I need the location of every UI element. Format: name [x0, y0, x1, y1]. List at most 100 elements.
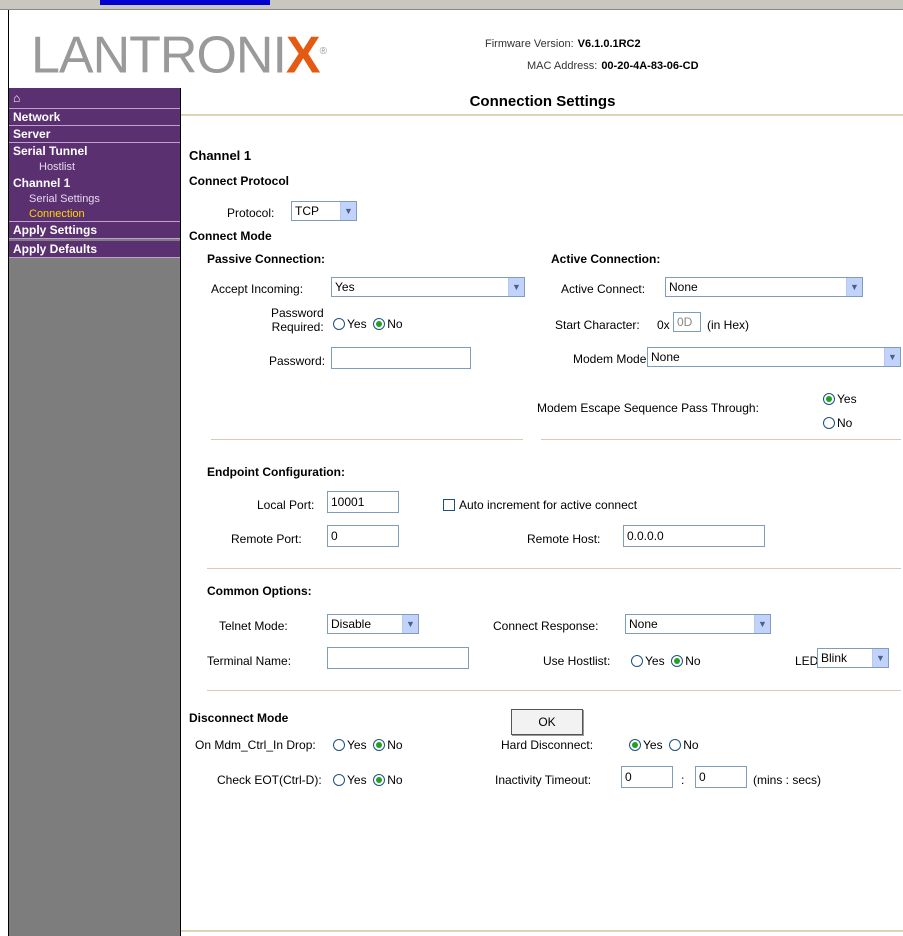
- firmware-label: Firmware Version:: [485, 38, 574, 50]
- on-mdm-ctrl-radios: Yes No: [333, 738, 403, 752]
- password-field[interactable]: [331, 347, 471, 369]
- home-icon[interactable]: ⌂: [9, 88, 180, 109]
- hard-disconnect-radios: Yes No: [629, 738, 699, 752]
- modem-escape-yes-label: Yes: [837, 392, 857, 406]
- active-connect-label: Active Connect:: [561, 282, 646, 296]
- sidebar-item-channel1[interactable]: Channel 1: [9, 175, 180, 192]
- endpoint-heading: Endpoint Configuration:: [207, 465, 345, 479]
- chevron-down-icon: ▼: [508, 278, 524, 296]
- check-eot-no-radio[interactable]: [373, 774, 386, 786]
- password-label: Password:: [269, 354, 326, 368]
- use-hostlist-no-radio[interactable]: [671, 655, 684, 667]
- divider: [211, 439, 523, 440]
- password-required-label-2: Required:: [271, 320, 324, 334]
- auto-increment-checkbox[interactable]: [443, 499, 455, 511]
- protocol-value: TCP: [295, 204, 319, 218]
- mac-label: MAC Address:: [527, 60, 598, 72]
- remote-port-label: Remote Port:: [231, 532, 302, 546]
- divider: [207, 568, 901, 569]
- password-required-label-1: Password: [271, 306, 324, 320]
- start-character-suffix: (in Hex): [707, 318, 750, 332]
- channel-title: Channel 1: [189, 148, 252, 163]
- firmware-version: Firmware Version: V6.1.0.1RC2: [485, 38, 641, 50]
- protocol-label: Protocol:: [227, 206, 275, 220]
- passive-connection-heading: Passive Connection:: [207, 252, 326, 266]
- sidebar-item-network[interactable]: Network: [9, 109, 180, 126]
- check-eot-no-label: No: [387, 773, 403, 787]
- main-panel: Connection Settings Channel 1 Connect Pr…: [180, 88, 903, 936]
- common-options-heading: Common Options:: [207, 584, 312, 598]
- start-character-label: Start Character:: [555, 318, 640, 332]
- modem-mode-value: None: [651, 350, 680, 364]
- led-value: Blink: [821, 651, 848, 665]
- sidebar-item-serial-settings[interactable]: Serial Settings: [9, 192, 180, 207]
- sidebar-item-apply-settings[interactable]: Apply Settings: [9, 222, 180, 239]
- password-required-yes-radio[interactable]: [333, 318, 345, 330]
- auto-increment: Auto increment for active connect: [443, 498, 637, 512]
- inactivity-minutes-field[interactable]: 0: [621, 766, 673, 788]
- modem-escape-radios: Yes No: [823, 387, 857, 435]
- inactivity-timeout-label: Inactivity Timeout:: [495, 773, 592, 787]
- modem-escape-yes-radio[interactable]: [823, 393, 835, 405]
- on-mdm-ctrl-yes-label: Yes: [347, 738, 367, 752]
- hard-disconnect-no-label: No: [683, 738, 699, 752]
- sidebar-item-server[interactable]: Server: [9, 126, 180, 143]
- password-required-label: Password Required:: [271, 306, 324, 334]
- on-mdm-ctrl-no-radio[interactable]: [373, 739, 386, 751]
- local-port-field[interactable]: 10001: [327, 491, 399, 513]
- remote-host-label: Remote Host:: [527, 532, 601, 546]
- hard-disconnect-no-radio[interactable]: [669, 739, 682, 751]
- page-title: Connection Settings: [181, 88, 903, 116]
- password-required-radios: Yes No: [333, 317, 403, 331]
- accept-incoming-select[interactable]: Yes ▼: [331, 277, 525, 297]
- start-character-prefix: 0x: [657, 318, 670, 332]
- use-hostlist-yes-radio[interactable]: [631, 655, 643, 667]
- modem-escape-no-label: No: [837, 416, 853, 430]
- use-hostlist-label: Use Hostlist:: [543, 654, 611, 668]
- terminal-name-field[interactable]: [327, 647, 469, 669]
- inactivity-seconds-field[interactable]: 0: [695, 766, 747, 788]
- sidebar-item-serial-tunnel[interactable]: Serial Tunnel: [9, 143, 180, 160]
- active-connect-select[interactable]: None ▼: [665, 277, 863, 297]
- hard-disconnect-yes-radio[interactable]: [629, 739, 641, 751]
- active-connect-value: None: [669, 280, 698, 294]
- auto-increment-label: Auto increment for active connect: [459, 498, 638, 512]
- on-mdm-ctrl-label: On Mdm_Ctrl_In Drop:: [195, 738, 316, 752]
- sidebar-item-connection[interactable]: Connection: [9, 207, 180, 222]
- check-eot-yes-radio[interactable]: [333, 774, 345, 786]
- remote-host-field[interactable]: 0.0.0.0: [623, 525, 765, 547]
- divider: [541, 439, 901, 440]
- telnet-mode-label: Telnet Mode:: [219, 619, 288, 633]
- use-hostlist-radios: Yes No: [631, 654, 701, 668]
- modem-escape-no-radio[interactable]: [823, 417, 835, 429]
- top-stripe-cut: [100, 0, 270, 5]
- header: LANTRONIX® Firmware Version: V6.1.0.1RC2 …: [8, 10, 903, 88]
- modem-escape-label: Modem Escape Sequence Pass Through:: [537, 401, 759, 415]
- on-mdm-ctrl-yes-radio[interactable]: [333, 739, 345, 751]
- connect-response-select[interactable]: None ▼: [625, 614, 771, 634]
- modem-mode-select[interactable]: None ▼: [647, 347, 901, 367]
- ok-button[interactable]: OK: [511, 709, 583, 735]
- chevron-down-icon: ▼: [872, 649, 888, 667]
- lantronix-logo: LANTRONIX®: [31, 22, 327, 84]
- sidebar-item-apply-defaults[interactable]: Apply Defaults: [9, 241, 180, 258]
- start-character-field[interactable]: 0D: [673, 312, 701, 332]
- hard-disconnect-label: Hard Disconnect:: [501, 738, 594, 752]
- sidebar: ⌂ Network Server Serial Tunnel Hostlist …: [8, 88, 180, 936]
- led-select[interactable]: Blink ▼: [817, 648, 889, 668]
- check-eot-label: Check EOT(Ctrl-D):: [217, 773, 322, 787]
- inactivity-unit: (mins : secs): [753, 773, 822, 787]
- inactivity-separator: :: [681, 773, 685, 787]
- divider: [181, 930, 903, 932]
- local-port-label: Local Port:: [257, 498, 315, 512]
- password-required-no-radio[interactable]: [373, 318, 386, 330]
- telnet-mode-value: Disable: [331, 617, 372, 631]
- accept-incoming-value: Yes: [335, 280, 355, 294]
- protocol-select[interactable]: TCP ▼: [291, 201, 357, 221]
- connect-mode-heading: Connect Mode: [189, 229, 272, 243]
- telnet-mode-select[interactable]: Disable ▼: [327, 614, 419, 634]
- check-eot-radios: Yes No: [333, 773, 403, 787]
- remote-port-field[interactable]: 0: [327, 525, 399, 547]
- mac-value: 00-20-4A-83-06-CD: [601, 60, 699, 72]
- sidebar-item-hostlist[interactable]: Hostlist: [9, 160, 180, 175]
